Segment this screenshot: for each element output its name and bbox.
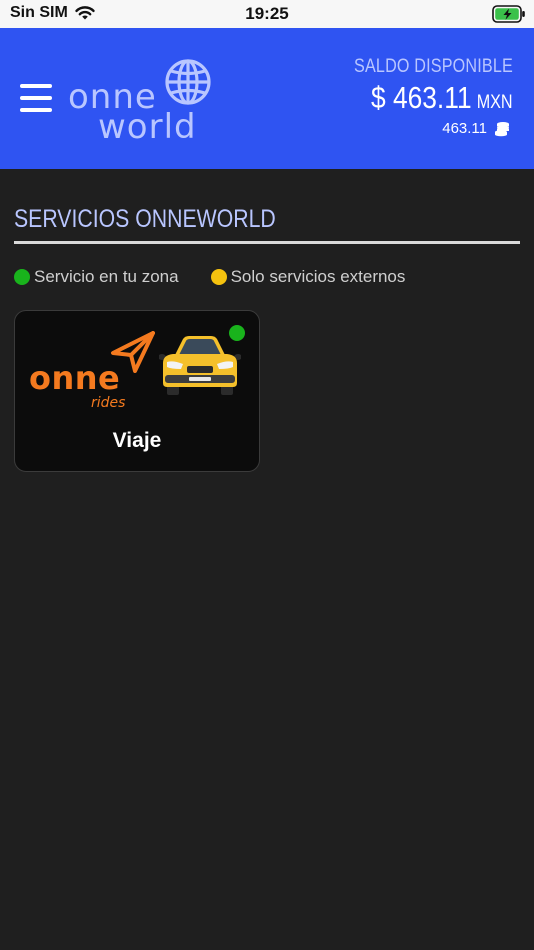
yellow-car-icon (159, 336, 241, 395)
balance-label: SALDO DISPONIBLE (354, 56, 513, 77)
globe-icon (165, 59, 211, 105)
menu-line-icon (20, 96, 52, 100)
legend-label-in-zone: Servicio en tu zona (34, 267, 179, 286)
coins-value: 463.11 (442, 120, 487, 137)
balance-currency: MXN (477, 92, 513, 113)
coins-stack-icon (495, 121, 509, 136)
hamburger-menu-button[interactable] (20, 84, 52, 112)
green-dot-icon (14, 269, 30, 285)
menu-line-icon (20, 108, 52, 112)
battery-charging-icon (492, 5, 526, 28)
legend-label-external: Solo servicios externos (230, 267, 406, 286)
yellow-dot-icon (210, 269, 227, 285)
service-legend: Servicio en tu zona Solo servicios exter… (14, 267, 405, 287)
legend-item-external: Solo servicios externos (210, 267, 406, 287)
onneworld-logo: onne world (68, 58, 218, 144)
app-header: onne world SALDO DISPONIBLE $ 463.11 MXN… (0, 28, 534, 169)
logo-text-rides: rides (91, 395, 126, 411)
status-time: 19:25 (245, 4, 289, 23)
balance-amount: $ 463.11 (371, 80, 473, 115)
legend-item-in-zone: Servicio en tu zona (14, 267, 179, 287)
section-divider (14, 241, 520, 244)
status-bar: Sin SIM 19:25 (0, 0, 534, 28)
logo-text-onne: onne (29, 359, 121, 397)
logo-text-world: world (98, 107, 197, 147)
onne-rides-logo: onne rides (29, 331, 155, 411)
menu-line-icon (20, 84, 52, 88)
section-title: SERVICIOS ONNEWORLD (14, 205, 276, 233)
service-label: Viaje (112, 429, 162, 452)
coins-balance: 463.11 (442, 120, 510, 137)
service-card-viaje[interactable]: onne rides Viaje (14, 310, 260, 472)
balance-display: $ 463.11 MXN (371, 80, 513, 116)
